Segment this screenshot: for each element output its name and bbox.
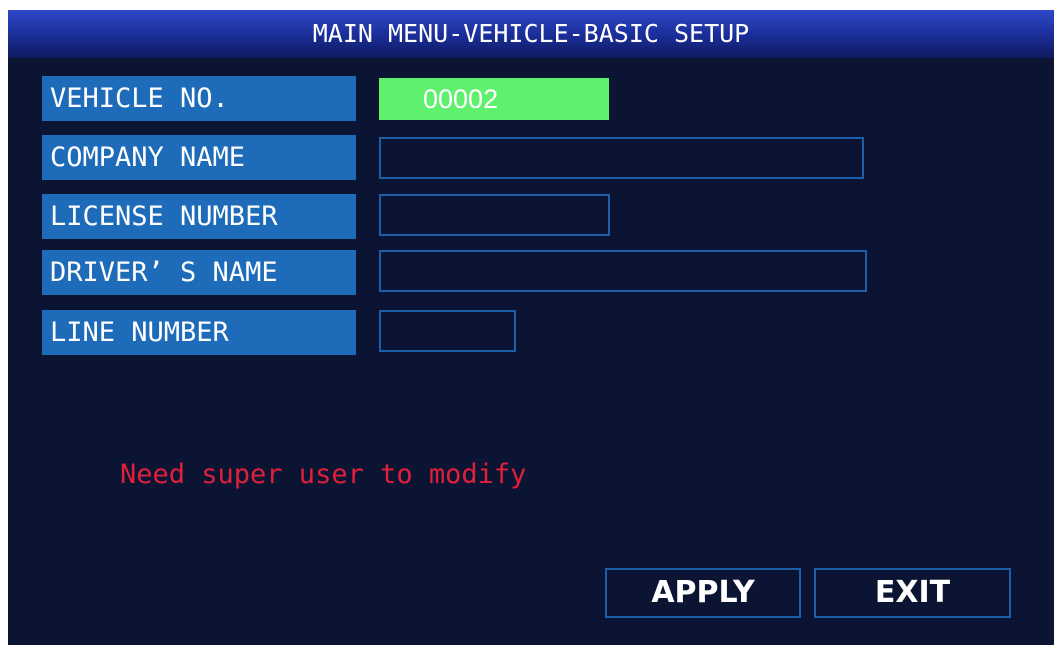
exit-button[interactable]: EXIT bbox=[814, 568, 1011, 618]
drivers-name-label: DRIVER’ S NAME bbox=[42, 250, 356, 295]
vehicle-setup-screen: MAIN MENU-VEHICLE-BASIC SETUP VEHICLE NO… bbox=[8, 10, 1054, 645]
drivers-name-field[interactable] bbox=[379, 250, 867, 292]
company-name-label: COMPANY NAME bbox=[42, 135, 356, 180]
line-number-label: LINE NUMBER bbox=[42, 310, 356, 355]
company-name-field[interactable] bbox=[379, 137, 864, 179]
license-number-field[interactable] bbox=[379, 194, 610, 236]
license-number-label: LICENSE NUMBER bbox=[42, 194, 356, 239]
vehicle-no-label: VEHICLE NO. bbox=[42, 76, 356, 121]
page-title: MAIN MENU-VEHICLE-BASIC SETUP bbox=[8, 10, 1054, 58]
line-number-field[interactable] bbox=[379, 310, 516, 352]
permission-warning: Need super user to modify bbox=[120, 459, 527, 490]
vehicle-no-field[interactable]: 00002 bbox=[379, 78, 609, 120]
apply-button[interactable]: APPLY bbox=[605, 568, 801, 618]
